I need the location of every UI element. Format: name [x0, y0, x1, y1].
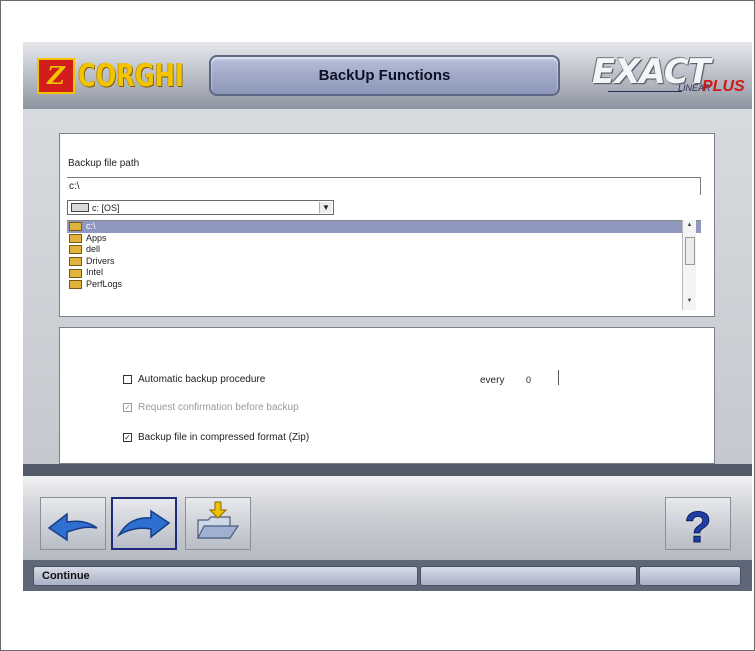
request-confirmation-option: ✓ Request confirmation before backup — [123, 402, 299, 413]
toolbar-separator — [23, 464, 752, 476]
page-title: BackUp Functions — [318, 67, 451, 84]
folder-item[interactable]: c:\ — [67, 221, 701, 233]
backup-path-panel: Backup file path c: [OS] ▼ c:\ Apps dell… — [59, 133, 715, 317]
folder-icon — [69, 233, 82, 243]
folder-icon — [69, 280, 82, 290]
question-mark-icon: ? — [684, 503, 712, 550]
drive-icon — [71, 203, 89, 212]
folder-list[interactable]: c:\ Apps dell Drivers Intel PerfLogs — [67, 220, 701, 310]
folder-item[interactable]: Drivers — [67, 256, 701, 268]
title-box: BackUp Functions — [209, 55, 560, 96]
every-field-divider — [558, 370, 559, 385]
folder-list-scrollbar[interactable]: ▲ ▼ — [682, 220, 696, 310]
help-button[interactable]: ? — [665, 497, 731, 550]
svg-text:?: ? — [685, 503, 712, 549]
folder-item[interactable]: Apps — [67, 233, 701, 245]
folder-icon — [69, 257, 82, 267]
chevron-down-icon[interactable]: ▼ — [319, 202, 332, 213]
arrow-right-icon — [116, 509, 171, 539]
every-label: every — [480, 375, 505, 386]
automatic-backup-option[interactable]: Automatic backup procedure — [123, 374, 265, 385]
arrow-left-icon — [47, 512, 98, 542]
backup-path-label: Backup file path — [68, 158, 140, 169]
drive-select-value: c: [OS] — [92, 202, 120, 213]
request-confirmation-label: Request confirmation before backup — [138, 402, 299, 413]
bottom-toolbar: ? — [23, 476, 752, 560]
backup-path-input[interactable] — [67, 177, 701, 195]
folder-item[interactable]: dell — [67, 244, 701, 256]
request-confirmation-checkbox: ✓ — [123, 403, 132, 412]
app-window: Z CORGHI BackUp Functions EXACT LINEAR P… — [23, 42, 752, 591]
automatic-backup-checkbox[interactable] — [123, 375, 132, 384]
compressed-format-checkbox[interactable]: ✓ — [123, 433, 132, 442]
corghi-logo-text: CORGHI — [78, 58, 185, 94]
every-value[interactable]: 0 — [526, 375, 531, 385]
compressed-format-option[interactable]: ✓ Backup file in compressed format (Zip) — [123, 432, 309, 443]
folder-item[interactable]: Intel — [67, 267, 701, 279]
backup-options-panel: Automatic backup procedure every 0 ✓ Req… — [59, 327, 715, 464]
scroll-down-icon[interactable]: ▼ — [683, 298, 696, 308]
header-bar: Z CORGHI BackUp Functions EXACT LINEAR P… — [23, 42, 752, 109]
folder-item[interactable]: PerfLogs — [67, 279, 701, 291]
next-button[interactable] — [111, 497, 177, 550]
automatic-backup-label: Automatic backup procedure — [138, 374, 266, 385]
folder-icon — [69, 268, 82, 278]
exact-linear-plus-logo: EXACT LINEAR PLUS — [588, 52, 748, 102]
status-bar: Continue — [23, 560, 752, 591]
status-text: Continue — [42, 570, 90, 582]
status-segment-right — [639, 566, 741, 586]
content-area: Backup file path c: [OS] ▼ c:\ Apps dell… — [23, 109, 752, 464]
folder-download-icon — [197, 501, 240, 539]
scroll-up-icon[interactable]: ▲ — [683, 222, 696, 232]
drive-select[interactable]: c: [OS] ▼ — [67, 200, 334, 215]
status-segment-main: Continue — [33, 566, 418, 586]
folder-download-button[interactable] — [185, 497, 251, 550]
corghi-logo-mark: Z — [37, 58, 75, 94]
brand-underline — [608, 91, 682, 92]
status-segment-middle — [420, 566, 637, 586]
corghi-logo: Z CORGHI — [37, 56, 214, 96]
compressed-format-label: Backup file in compressed format (Zip) — [138, 432, 310, 443]
brand-plus: PLUS — [702, 78, 745, 95]
scrollbar-thumb[interactable] — [685, 237, 695, 265]
folder-open-icon — [69, 222, 82, 232]
back-button[interactable] — [40, 497, 106, 550]
folder-icon — [69, 245, 82, 255]
